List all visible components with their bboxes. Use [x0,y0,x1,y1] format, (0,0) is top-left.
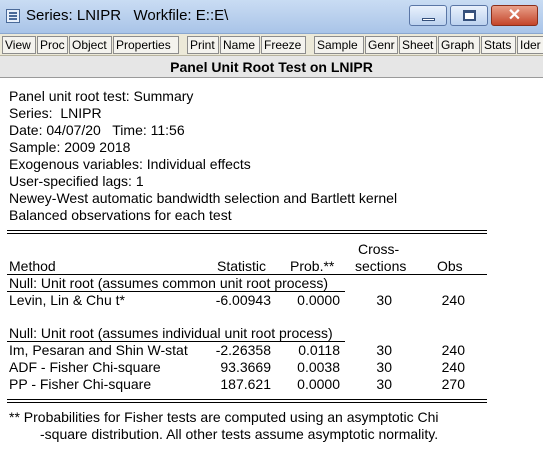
output-header: Panel Unit Root Test on LNIPR [0,56,543,78]
genr-button[interactable]: Genr [365,36,398,54]
maximize-icon [463,10,476,21]
stats-button[interactable]: Stats [481,36,516,54]
table-row-prob: 0.0038 [297,359,340,375]
table-row-statistic: -6.00943 [215,292,271,308]
table-row-statistic: 187.621 [220,376,271,392]
close-button[interactable]: ✕ [491,5,538,26]
table-row-statistic: 93.3669 [220,359,271,375]
graph-button[interactable]: Graph [438,36,480,54]
summary-line: Series: LNIPR [9,105,102,121]
toolbar: View Proc Object Properties Print Name F… [0,34,543,56]
ident-button[interactable]: Ider [517,36,543,54]
section-heading: Null: Unit root (assumes common unit roo… [9,275,328,291]
print-button[interactable]: Print [187,36,219,54]
properties-button[interactable]: Properties [113,36,179,54]
col-header-statistic: Statistic [217,258,267,274]
table-row-prob: 0.0118 [298,342,340,358]
table-row-prob: 0.0000 [297,376,340,392]
table-row-cross: 30 [376,359,392,375]
title-bar[interactable]: Series: LNIPR Workfile: E::E\ ✕ [0,0,543,34]
table-row-obs: 240 [441,359,465,375]
summary-line: Date: 04/07/20 Time: 11:56 [9,122,185,138]
table-row-method: ADF - Fisher Chi-square [9,359,161,375]
summary-line: Balanced observations for each test [9,207,232,223]
section-heading: Null: Unit root (assumes individual unit… [9,325,333,341]
col-header-cross: Cross- [358,241,400,257]
table-row-cross: 30 [376,292,392,308]
col-header-method: Method [9,258,56,274]
object-button[interactable]: Object [69,36,112,54]
table-row-method: Im, Pesaran and Shin W-stat [9,342,188,358]
divider [7,233,487,234]
summary-line: Newey-West automatic bandwidth selection… [9,190,398,206]
freeze-button[interactable]: Freeze [261,36,306,54]
proc-button[interactable]: Proc [37,36,68,54]
summary-line: User-specified lags: 1 [9,173,144,189]
col-header-obs: Obs [437,258,463,274]
table-row-obs: 270 [441,376,465,392]
table-row-obs: 240 [441,342,465,358]
table-row-statistic: -2.26358 [215,342,271,358]
window-title: Series: LNIPR Workfile: E::E\ [26,7,229,24]
table-row-prob: 0.0000 [297,292,340,308]
table-row-obs: 240 [441,292,465,308]
table-row-method: Levin, Lin & Chu t* [9,292,125,308]
divider [7,399,487,400]
maximize-button[interactable] [450,5,488,26]
footnote-line: -square distribution. All other tests as… [40,426,439,442]
sheet-button[interactable]: Sheet [399,36,437,54]
col-header-prob: Prob.** [290,258,335,274]
divider [7,402,487,403]
close-icon: ✕ [507,7,522,24]
summary-line: Panel unit root test: Summary [9,88,194,104]
name-button[interactable]: Name [220,36,260,54]
view-button[interactable]: View [2,36,36,54]
table-row-method: PP - Fisher Chi-square [9,376,152,392]
minimize-icon [422,18,435,21]
col-header-sections: sections [355,258,407,274]
table-row-cross: 30 [376,376,392,392]
sample-button[interactable]: Sample [314,36,364,54]
output-content: Panel unit root test: Summary Series: LN… [0,79,543,462]
footnote-line: ** Probabilities for Fisher tests are co… [9,409,439,425]
table-row-cross: 30 [376,342,392,358]
minimize-button[interactable] [409,5,447,26]
divider [7,230,487,231]
series-window-icon [6,9,20,23]
summary-line: Exogenous variables: Individual effects [9,156,251,172]
summary-line: Sample: 2009 2018 [9,139,131,155]
